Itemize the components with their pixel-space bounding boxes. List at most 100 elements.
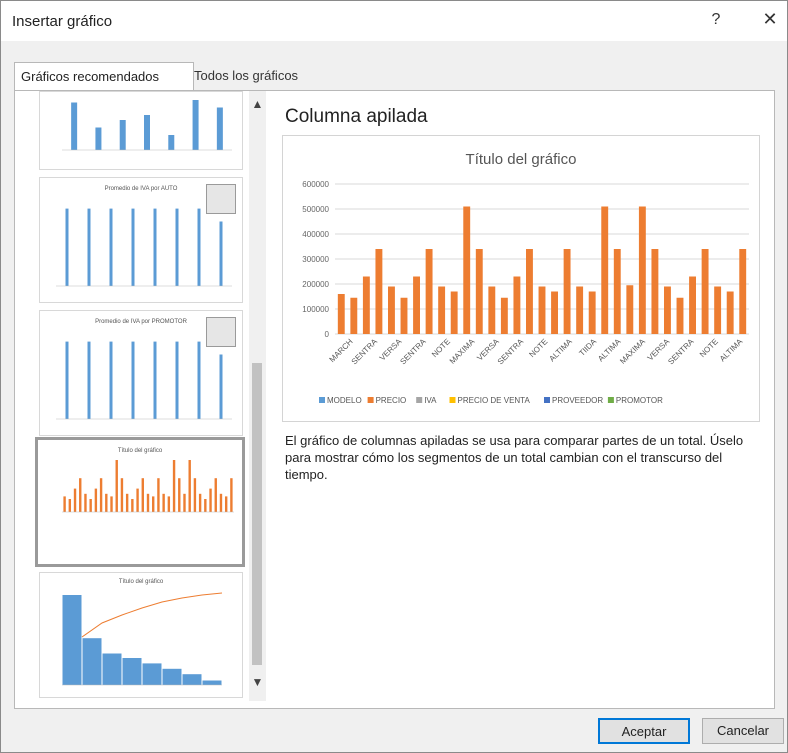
bar xyxy=(601,206,609,334)
bar xyxy=(350,297,358,334)
bar xyxy=(413,276,420,334)
chart-title: Título del gráfico xyxy=(466,151,577,168)
bar xyxy=(626,285,634,334)
thumbnail-bar xyxy=(209,488,212,512)
thumbnail-bar xyxy=(192,100,199,150)
legend-swatch xyxy=(544,397,550,403)
legend-swatch xyxy=(449,397,456,403)
thumbnail-bar xyxy=(204,499,207,512)
thumbnail-bar xyxy=(162,493,165,512)
y-tick-label: 200000 xyxy=(302,280,329,289)
cancel-button[interactable]: Cancelar xyxy=(702,718,784,744)
thumbnail-chart-graphic: Título del gráfico xyxy=(62,579,223,686)
selected-chart-type-name: Columna apilada xyxy=(285,106,428,127)
thumbnail-bar xyxy=(162,668,182,685)
bar xyxy=(450,291,458,334)
swap-rows-columns-icon[interactable] xyxy=(206,317,236,347)
bar xyxy=(475,249,483,334)
thumbnail-bar xyxy=(131,208,135,286)
thumbnail-bar xyxy=(87,341,91,419)
thumbnail-bar xyxy=(157,478,160,512)
thumbnail-bar xyxy=(109,208,113,286)
thumbnail-bar xyxy=(219,221,223,286)
thumbnail-chart-graphic: Título del gráfico xyxy=(62,448,234,513)
thumbnail-bar xyxy=(119,120,126,150)
chart-thumbnail-average-iva-by-promotor[interactable]: Promedio de IVA por PROMOTOR xyxy=(39,310,243,436)
thumbnail-bar xyxy=(198,493,202,512)
thumbnail-bar xyxy=(65,341,69,419)
chart-thumbnail-stacked-column-selected[interactable]: Título del gráfico xyxy=(35,437,245,567)
thumbnail-bar xyxy=(202,680,222,685)
legend-entry: IVA xyxy=(424,396,437,405)
thumbnail-bar xyxy=(110,496,113,512)
help-icon[interactable]: ? xyxy=(706,11,726,29)
x-tick-label: NOTE xyxy=(430,337,452,359)
legend-entry: PROVEEDOR xyxy=(552,396,603,405)
thumbnail-bar xyxy=(120,478,124,512)
chevron-up-icon[interactable]: ▲ xyxy=(249,97,266,113)
close-icon[interactable]: ✕ xyxy=(759,9,781,30)
bar xyxy=(714,286,722,334)
x-tick-label: ALTIMA xyxy=(718,337,745,364)
x-tick-label: SENTRA xyxy=(496,337,526,367)
scrollbar-thumb[interactable] xyxy=(252,363,262,665)
legend-entry: MODELO xyxy=(327,396,362,405)
bar xyxy=(488,286,496,334)
thumbnail-title: Promedio de IVA por PROMOTOR xyxy=(95,319,187,325)
tab-recommended-charts[interactable]: Gráficos recomendados xyxy=(14,62,194,90)
thumbnail-title: Promedio de IVA por AUTO xyxy=(105,186,178,192)
thumbnail-bar xyxy=(125,493,129,512)
thumbnail-scrollbar[interactable]: ▲ ▼ xyxy=(249,91,266,701)
x-tick-label: ALTIMA xyxy=(547,337,574,364)
thumbnail-bar xyxy=(146,493,150,512)
x-tick-label: MAXIMA xyxy=(618,337,647,366)
y-tick-label: 600000 xyxy=(302,180,329,189)
y-tick-label: 0 xyxy=(325,330,330,339)
title-bar: Insertar gráfico ? ✕ xyxy=(1,1,787,41)
legend-swatch xyxy=(416,397,423,403)
thumbnail-bar xyxy=(131,341,135,419)
thumbnail-bar xyxy=(82,638,102,685)
thumbnail-bar xyxy=(142,663,162,685)
bar xyxy=(526,249,533,334)
legend-entry: PRECIO DE VENTA xyxy=(458,396,531,405)
thumbnail-title: Título del gráfico xyxy=(119,579,164,585)
bar xyxy=(538,286,546,334)
recommended-chart-list: Promedio de IVA por AUTO Promedio de IVA… xyxy=(15,91,247,701)
chevron-down-icon[interactable]: ▼ xyxy=(249,675,266,691)
bar xyxy=(664,286,671,334)
tab-all-charts[interactable]: Todos los gráficos xyxy=(188,62,334,89)
bar xyxy=(563,249,571,334)
chart-thumbnail-clustered-column[interactable] xyxy=(39,91,243,170)
y-tick-label: 300000 xyxy=(302,255,329,264)
thumbnail-bar xyxy=(136,488,139,512)
thumbnail-bar xyxy=(172,460,176,512)
x-tick-label: SENTRA xyxy=(666,337,696,367)
bar xyxy=(438,286,446,334)
thumbnail-bar xyxy=(197,208,201,286)
thumbnail-bar xyxy=(102,653,122,685)
x-tick-label: MAXIMA xyxy=(448,337,477,366)
x-tick-label: NOTE xyxy=(527,337,549,359)
bar xyxy=(739,249,747,334)
thumbnail-bar xyxy=(84,493,87,512)
thumbnail-bar xyxy=(141,478,144,512)
thumbnail-bar xyxy=(122,658,142,685)
thumbnail-bar xyxy=(71,102,78,150)
x-tick-label: SENTRA xyxy=(350,337,380,367)
thumbnail-bar xyxy=(131,499,134,512)
thumbnail-bar xyxy=(109,341,113,419)
thumbnail-bar xyxy=(79,478,82,512)
chart-thumbnail-pareto[interactable]: Título del gráfico xyxy=(39,572,243,698)
thumbnail-bar xyxy=(219,354,223,419)
thumbnail-bar xyxy=(94,488,98,512)
thumbnail-bar xyxy=(73,488,77,512)
legend-entry: PRECIO xyxy=(376,396,407,405)
accept-button[interactable]: Aceptar xyxy=(598,718,690,744)
thumbnail-bar xyxy=(175,341,179,419)
thumbnail-bar xyxy=(193,478,197,512)
legend-swatch xyxy=(367,397,374,403)
chart-thumbnail-average-iva-by-auto[interactable]: Promedio de IVA por AUTO xyxy=(39,177,243,303)
bar xyxy=(676,297,684,334)
swap-rows-columns-icon[interactable] xyxy=(206,184,236,214)
